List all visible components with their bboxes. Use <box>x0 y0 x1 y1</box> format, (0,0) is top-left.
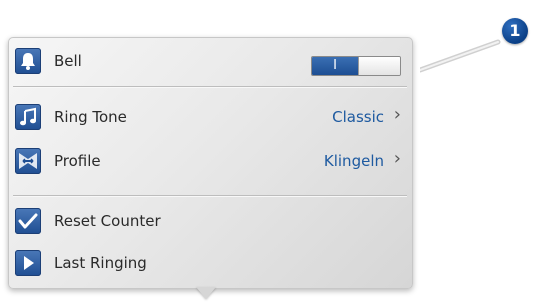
menu-row-bell: Bell I <box>9 44 412 78</box>
play-icon <box>15 250 41 276</box>
profile-label: Profile <box>54 152 101 170</box>
music-note-icon <box>15 104 41 130</box>
ring-tone-value: Classic <box>332 108 384 126</box>
popover-tail <box>196 287 216 299</box>
separator <box>13 195 407 197</box>
bell-toggle-switch[interactable]: I <box>311 56 401 76</box>
ring-tone-label: Ring Tone <box>54 108 127 126</box>
bell-settings-popover: Bell I Ring Tone Classic › Profile Kling… <box>8 37 413 289</box>
callout-badge: 1 <box>502 18 528 44</box>
callout-pointer-line <box>420 39 501 73</box>
profile-value: Klingeln <box>323 152 384 170</box>
toggle-off-segment <box>358 57 400 75</box>
menu-row-reset-counter[interactable]: Reset Counter <box>9 204 412 238</box>
chevron-right-icon: › <box>393 148 401 169</box>
menu-row-last-ringing[interactable]: Last Ringing <box>9 246 412 280</box>
last-ringing-label: Last Ringing <box>54 254 147 272</box>
separator <box>13 86 407 88</box>
checkmark-icon <box>15 208 41 234</box>
toggle-on-segment: I <box>312 57 358 75</box>
bell-icon <box>15 48 41 74</box>
bell-label: Bell <box>54 52 82 70</box>
menu-row-ring-tone[interactable]: Ring Tone Classic › <box>9 100 412 134</box>
reset-counter-label: Reset Counter <box>54 212 161 230</box>
profile-icon <box>15 148 41 174</box>
chevron-right-icon: › <box>393 104 401 125</box>
menu-row-profile[interactable]: Profile Klingeln › <box>9 144 412 178</box>
